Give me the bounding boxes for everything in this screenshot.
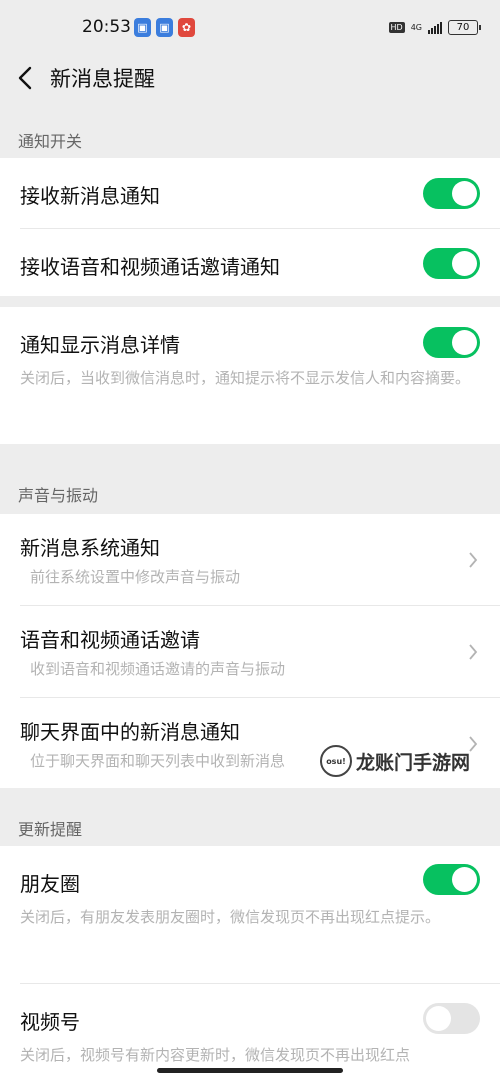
show-detail-toggle[interactable] [423, 327, 480, 358]
setting-description: 关闭后，视频号有新内容更新时，微信发现页不再出现红点 [20, 1046, 411, 1064]
setting-title: 接收语音和视频通话邀请通知 [20, 255, 280, 279]
setting-title: 语音和视频通话邀请 [20, 628, 200, 652]
signal-icon [428, 21, 442, 34]
back-arrow-icon[interactable] [14, 63, 38, 93]
home-indicator[interactable] [157, 1068, 343, 1073]
channels-toggle[interactable] [423, 1003, 480, 1034]
setting-row-receive-new[interactable]: 接收新消息通知 [0, 158, 500, 228]
setting-description: 关闭后，当收到微信消息时，通知提示将不显示发信人和内容摘要。 [20, 369, 471, 387]
setting-title: 接收新消息通知 [20, 184, 160, 208]
setting-title: 视频号 [20, 1010, 80, 1034]
section-gap [0, 296, 500, 307]
update-remind-group: 朋友圈 关闭后，有朋友发表朋友圈时，微信发现页不再出现红点提示。 视频号 关闭后… [0, 846, 500, 1084]
nav-bar: 新消息提醒 [0, 56, 500, 100]
section-header-notify-switch: 通知开关 [18, 132, 83, 151]
notify-detail-group: 通知显示消息详情 关闭后，当收到微信消息时，通知提示将不显示发信人和内容摘要。 [0, 307, 500, 444]
receive-call-toggle[interactable] [423, 248, 480, 279]
watermark: osu! 龙账门手游网 [320, 745, 470, 777]
setting-row-system-notify[interactable]: 新消息系统通知 前往系统设置中修改声音与振动 [0, 514, 500, 605]
receive-new-toggle[interactable] [423, 178, 480, 209]
setting-title: 朋友圈 [20, 872, 80, 896]
page-title: 新消息提醒 [50, 67, 155, 91]
setting-title: 新消息系统通知 [20, 536, 160, 560]
setting-row-receive-call[interactable]: 接收语音和视频通话邀请通知 [0, 229, 500, 296]
status-time: 20:53 [82, 17, 131, 37]
setting-description: 关闭后，有朋友发表朋友圈时，微信发现页不再出现红点提示。 [20, 908, 441, 926]
app-notification-icon: ▣ [134, 18, 151, 37]
setting-title: 聊天界面中的新消息通知 [20, 720, 240, 744]
notify-switch-group: 接收新消息通知 接收语音和视频通话邀请通知 [0, 158, 500, 296]
battery-icon: 70 [448, 20, 481, 35]
watermark-logo: osu! [320, 745, 352, 777]
setting-row-call-invite[interactable]: 语音和视频通话邀请 收到语音和视频通话邀请的声音与振动 [0, 606, 500, 697]
watermark-text: 龙账门手游网 [356, 751, 471, 774]
toggle-knob [452, 181, 477, 206]
section-header-update-remind: 更新提醒 [18, 820, 83, 839]
setting-description: 收到语音和视频通话邀请的声音与振动 [30, 660, 286, 678]
app-notification-icon: ✿ [178, 18, 195, 37]
section-header-sound-vibration: 声音与振动 [18, 486, 99, 505]
status-indicators: HD 4G 70 [388, 20, 481, 35]
setting-row-show-detail[interactable]: 通知显示消息详情 关闭后，当收到微信消息时，通知提示将不显示发信人和内容摘要。 [0, 307, 500, 444]
hd-badge: HD [388, 22, 405, 33]
chevron-right-icon [469, 552, 478, 568]
toggle-knob [426, 1006, 451, 1031]
network-label: 4G [410, 22, 422, 32]
toggle-knob [452, 867, 477, 892]
setting-description: 前往系统设置中修改声音与振动 [30, 568, 241, 586]
setting-row-moments[interactable]: 朋友圈 关闭后，有朋友发表朋友圈时，微信发现页不再出现红点提示。 [0, 846, 500, 983]
toggle-knob [452, 330, 477, 355]
setting-title: 通知显示消息详情 [20, 333, 180, 357]
status-bar: 20:53 ▣ ▣ ✿ HD 4G 70 [0, 0, 500, 56]
toggle-knob [452, 251, 477, 276]
app-notification-icon: ▣ [156, 18, 173, 37]
chevron-right-icon [469, 644, 478, 660]
moments-toggle[interactable] [423, 864, 480, 895]
